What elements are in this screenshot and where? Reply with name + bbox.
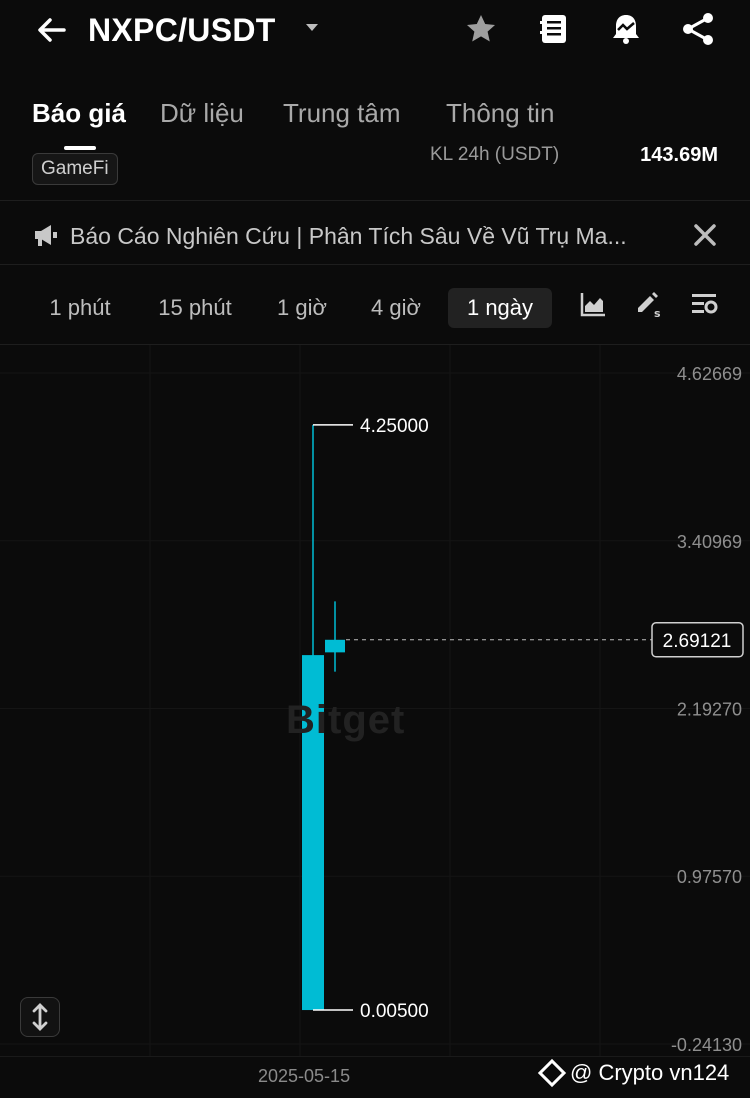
price-alert-icon[interactable] (609, 12, 643, 46)
x-axis-tick: 2025-05-15 (258, 1066, 351, 1086)
tab-trung-tam[interactable]: Trung tâm (283, 96, 401, 130)
back-arrow-icon[interactable] (34, 12, 70, 48)
notes-icon[interactable] (537, 12, 571, 46)
tab-du-lieu[interactable]: Dữ liệu (160, 96, 244, 130)
y-axis-tick-label: 0.97570 (677, 867, 742, 887)
divider (0, 1056, 750, 1057)
tab-bao-gia[interactable]: Báo giá (32, 96, 126, 130)
chart-settings-icon[interactable] (690, 290, 718, 318)
dropdown-caret-icon[interactable] (306, 24, 318, 31)
timeframe-1h[interactable]: 1 giờ (266, 288, 338, 328)
timeframe-15m[interactable]: 15 phút (146, 288, 244, 328)
close-icon[interactable] (692, 222, 718, 248)
star-icon[interactable] (464, 12, 498, 46)
divider (0, 200, 750, 201)
category-tag[interactable]: GameFi (32, 153, 118, 185)
y-axis-tick-label: 2.19270 (677, 699, 742, 719)
announcement-text[interactable]: Báo Cáo Nghiên Cứu | Phân Tích Sâu Về Vũ… (70, 220, 627, 252)
share-icon[interactable] (681, 12, 715, 46)
header: NXPC/USDT (0, 0, 750, 64)
tab-thong-tin[interactable]: Thông tin (446, 96, 554, 130)
y-axis-tick-label: 3.40969 (677, 532, 742, 552)
indicator-chart-icon[interactable] (579, 290, 607, 318)
timeframe-1m[interactable]: 1 phút (38, 288, 122, 328)
bitget-watermark: Bitget (286, 698, 406, 742)
divider (0, 264, 750, 265)
y-axis-tick-label: -0.24130 (671, 1035, 742, 1055)
volume-value: 143.69M (640, 144, 718, 166)
candle-body (325, 639, 345, 653)
svg-text:s: s (654, 307, 661, 318)
low-price-label: 0.00500 (360, 1001, 429, 1022)
current-price-label: 2.69121 (663, 631, 732, 652)
expand-vertical-icon[interactable] (20, 997, 60, 1037)
active-tab-indicator (64, 146, 96, 150)
timeframe-1d[interactable]: 1 ngày (448, 288, 552, 328)
y-axis-tick-label: 4.62669 (677, 364, 742, 384)
drawing-tool-icon[interactable]: s (634, 290, 662, 318)
trading-pair-title[interactable]: NXPC/USDT (88, 10, 276, 50)
credit-text: @ Crypto vn124 (570, 1060, 730, 1085)
volume-label: KL 24h (USDT) (430, 144, 560, 165)
timeframe-4h[interactable]: 4 giờ (360, 288, 432, 328)
binance-logo-icon (537, 1058, 567, 1088)
megaphone-icon (35, 225, 57, 246)
credit-watermark: @ Crypto vn124 (537, 1058, 730, 1088)
high-price-label: 4.25000 (360, 416, 429, 437)
